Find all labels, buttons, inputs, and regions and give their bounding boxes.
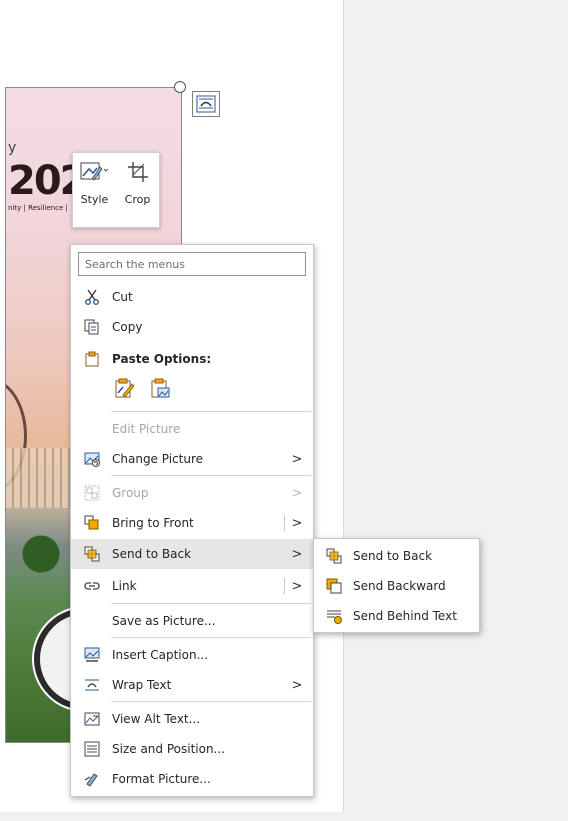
- menu-item-label: Bring to Front: [112, 516, 194, 530]
- clipboard-icon: [83, 350, 101, 368]
- mini-toolbar: Style Crop: [72, 152, 160, 228]
- scissors-icon: [83, 288, 101, 306]
- link-icon: [83, 577, 101, 595]
- format-picture-icon: [83, 770, 101, 788]
- paste-keep-formatting-icon: [115, 378, 135, 398]
- menu-item-format-picture[interactable]: Format Picture...: [71, 764, 313, 794]
- chevron-right-icon[interactable]: >: [287, 579, 307, 594]
- menu-item-view-alt-text[interactable]: View Alt Text...: [71, 704, 313, 734]
- crop-icon: [127, 162, 148, 182]
- split-divider: [284, 578, 285, 594]
- menu-separator: [111, 475, 311, 476]
- picture-text-fragment: y: [8, 140, 17, 156]
- submenu-item-label: Send Backward: [353, 579, 446, 593]
- split-divider: [284, 546, 285, 562]
- chevron-right-icon: >: [291, 677, 303, 693]
- menu-item-edit-picture: Edit Picture: [71, 414, 313, 444]
- menu-separator: [111, 603, 311, 604]
- edit-picture-icon: [83, 420, 101, 438]
- context-menu: Cut Copy Paste Options:: [70, 244, 314, 797]
- style-label: Style: [80, 193, 109, 206]
- submenu-item-label: Send Behind Text: [353, 609, 457, 623]
- menu-item-wrap-text[interactable]: Wrap Text >: [71, 670, 313, 700]
- style-button[interactable]: Style: [73, 153, 116, 227]
- bottom-strip: [0, 812, 568, 821]
- menu-item-label: Link: [112, 579, 137, 593]
- paste-as-picture-button[interactable]: [147, 375, 173, 401]
- menu-item-label: Edit Picture: [112, 422, 181, 436]
- rotate-handle[interactable]: [174, 81, 186, 93]
- group-icon: [83, 484, 101, 502]
- alt-text-icon: [83, 710, 101, 728]
- change-picture-icon: [83, 450, 101, 468]
- layout-options-button[interactable]: [192, 91, 220, 117]
- bring-to-front-icon: [83, 514, 101, 532]
- send-behind-text-icon: [325, 607, 343, 625]
- copy-icon: [83, 318, 101, 336]
- menu-item-group: Group >: [71, 478, 313, 508]
- search-menus-input[interactable]: [78, 252, 306, 276]
- menu-item-bring-to-front[interactable]: Bring to Front >: [71, 508, 313, 538]
- menu-item-label: Size and Position...: [112, 742, 226, 756]
- submenu-item-send-behind-text[interactable]: Send Behind Text: [314, 601, 479, 631]
- submenu-item-send-backward[interactable]: Send Backward: [314, 571, 479, 601]
- menu-item-label: Wrap Text: [112, 678, 172, 692]
- split-divider: [284, 515, 285, 531]
- send-to-back-icon: [325, 547, 343, 565]
- chevron-right-icon: >: [291, 485, 303, 501]
- send-backward-icon: [325, 577, 343, 595]
- paste-keep-source-formatting-button[interactable]: [111, 375, 137, 401]
- menu-separator: [111, 411, 311, 412]
- menu-item-label: Format Picture...: [112, 772, 211, 786]
- menu-item-label: View Alt Text...: [112, 712, 201, 726]
- save-as-picture-icon: [83, 612, 101, 630]
- menu-item-change-picture[interactable]: Change Picture >: [71, 444, 313, 474]
- menu-item-size-and-position[interactable]: Size and Position...: [71, 734, 313, 764]
- menu-item-send-to-back[interactable]: Send to Back >: [71, 539, 313, 569]
- submenu-item-label: Send to Back: [353, 549, 433, 563]
- layout-options-icon: [196, 95, 216, 113]
- menu-item-paste-options: Paste Options:: [71, 344, 313, 374]
- crop-label: Crop: [124, 193, 151, 206]
- wrap-text-icon: [83, 676, 101, 694]
- menu-item-copy[interactable]: Copy: [71, 312, 313, 342]
- menu-item-label: Paste Options:: [112, 352, 212, 366]
- menu-item-label: Cut: [112, 290, 133, 304]
- menu-item-cut[interactable]: Cut: [71, 282, 313, 312]
- menu-separator: [111, 637, 311, 638]
- menu-separator: [111, 701, 311, 702]
- menu-item-insert-caption[interactable]: Insert Caption...: [71, 640, 313, 670]
- chevron-right-icon[interactable]: >: [287, 516, 307, 531]
- chevron-right-icon[interactable]: >: [287, 547, 307, 562]
- picture-style-icon: [80, 162, 108, 181]
- insert-caption-icon: [83, 646, 101, 664]
- menu-item-label: Insert Caption...: [112, 648, 209, 662]
- crop-button[interactable]: Crop: [116, 153, 159, 227]
- paste-picture-icon: [151, 378, 170, 398]
- menu-item-label: Save as Picture...: [112, 614, 216, 628]
- chevron-right-icon: >: [291, 451, 303, 467]
- menu-item-label: Send to Back: [112, 547, 192, 561]
- paste-options-group: [111, 375, 173, 401]
- picture-tagline: nity | Resilience |: [8, 204, 68, 212]
- menu-item-link[interactable]: Link >: [71, 571, 313, 601]
- document-margin-area: [343, 0, 568, 821]
- send-to-back-icon: [83, 545, 101, 563]
- menu-item-label: Group: [112, 486, 149, 500]
- menu-item-save-as-picture[interactable]: Save as Picture...: [71, 606, 313, 636]
- size-position-icon: [83, 740, 101, 758]
- menu-item-label: Copy: [112, 320, 143, 334]
- menu-item-label: Change Picture: [112, 452, 204, 466]
- submenu-item-send-to-back[interactable]: Send to Back: [314, 541, 479, 571]
- send-to-back-submenu: Send to Back Send Backward Send Behind T…: [313, 538, 480, 633]
